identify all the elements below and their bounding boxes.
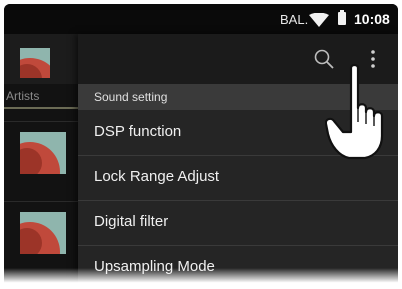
menu-item-label: Lock Range Adjust	[94, 168, 220, 185]
tab-indicator	[4, 107, 78, 109]
menu-item-digital-filter[interactable]: Digital filter	[78, 201, 398, 246]
wifi-icon	[309, 13, 329, 27]
clock: 10:08	[354, 11, 390, 27]
tab-artists[interactable]: Artists	[6, 89, 39, 103]
tap-hand-icon	[325, 63, 384, 160]
menu-item-lock-range-adjust[interactable]: Lock Range Adjust	[78, 156, 398, 201]
section-title: Sound setting	[94, 90, 168, 104]
bottom-fade	[0, 268, 402, 289]
menu-item-label: Digital filter	[94, 213, 169, 230]
divider	[4, 201, 78, 202]
carrier-label: BAL.	[280, 12, 309, 27]
divider	[4, 121, 78, 122]
status-bar: BAL. 10:08	[4, 4, 398, 34]
menu-item-label: DSP function	[94, 123, 182, 140]
album-art-icon	[20, 48, 50, 78]
album-art-icon[interactable]	[20, 212, 66, 254]
battery-icon	[338, 10, 346, 25]
album-art-icon[interactable]	[20, 132, 66, 174]
